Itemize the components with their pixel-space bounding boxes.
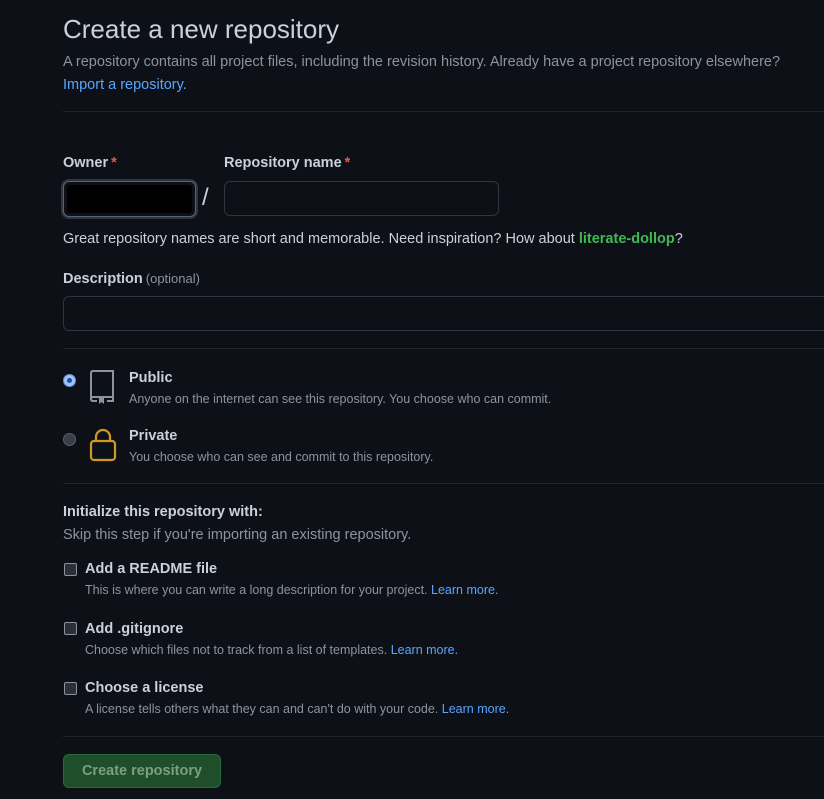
readme-checkbox[interactable]	[64, 563, 77, 576]
required-mark: *	[344, 155, 351, 171]
hint-text: Great repository names are short and mem…	[63, 231, 579, 247]
readme-desc-text: This is where you can write a long descr…	[85, 583, 428, 597]
owner-repo-separator: /	[202, 184, 209, 211]
page-subtitle: A repository contains all project files,…	[63, 51, 824, 97]
owner-select[interactable]	[63, 181, 196, 217]
gitignore-description: Choose which files not to track from a l…	[85, 643, 458, 657]
divider	[63, 111, 824, 112]
hint-suffix: ?	[674, 231, 683, 247]
public-description: Anyone on the internet can see this repo…	[129, 392, 552, 406]
optional-tag: (optional)	[145, 271, 200, 286]
description-label-text: Description	[63, 271, 143, 287]
license-desc-text: A license tells others what they can and…	[85, 702, 439, 716]
gitignore-title: Add .gitignore	[85, 621, 184, 637]
gitignore-checkbox[interactable]	[64, 622, 77, 635]
owner-label: Owner *	[63, 155, 117, 171]
description-label: Description (optional)	[63, 271, 200, 287]
subtitle-text: A repository contains all project files,…	[63, 54, 781, 70]
readme-learn-more-link[interactable]: Learn more.	[431, 583, 498, 597]
owner-label-text: Owner	[63, 155, 109, 171]
initialize-heading: Initialize this repository with:	[63, 504, 263, 520]
readme-title: Add a README file	[85, 561, 218, 577]
divider	[63, 483, 824, 484]
private-radio[interactable]	[63, 433, 76, 446]
private-title: Private	[129, 428, 178, 444]
import-repository-link[interactable]: Import a repository.	[63, 77, 187, 93]
repository-name-input[interactable]	[224, 181, 499, 216]
gitignore-learn-more-link[interactable]: Learn more.	[391, 643, 458, 657]
name-suggestion-link[interactable]: literate-dollop	[579, 231, 675, 247]
gitignore-desc-text: Choose which files not to track from a l…	[85, 643, 388, 657]
license-learn-more-link[interactable]: Learn more.	[442, 702, 509, 716]
lock-icon	[89, 428, 117, 462]
readme-description: This is where you can write a long descr…	[85, 583, 498, 597]
create-repo-page: Create a new repository A repository con…	[63, 0, 824, 799]
owner-redacted	[67, 185, 192, 213]
description-input[interactable]	[63, 296, 824, 331]
divider	[63, 736, 824, 737]
repo-icon	[90, 370, 114, 404]
required-mark: *	[111, 155, 117, 171]
license-title: Choose a license	[85, 680, 204, 696]
repo-name-label: Repository name *	[224, 155, 350, 171]
private-description: You choose who can see and commit to thi…	[129, 450, 434, 464]
repo-name-label-text: Repository name	[224, 155, 342, 171]
create-repository-button[interactable]: Create repository	[63, 754, 221, 788]
license-description: A license tells others what they can and…	[85, 702, 509, 716]
name-hint: Great repository names are short and mem…	[63, 231, 683, 247]
divider	[63, 348, 824, 349]
license-checkbox[interactable]	[64, 682, 77, 695]
initialize-subtitle: Skip this step if you're importing an ex…	[63, 527, 412, 543]
page-title: Create a new repository	[63, 14, 340, 44]
public-title: Public	[129, 370, 173, 386]
public-radio[interactable]	[63, 374, 76, 387]
